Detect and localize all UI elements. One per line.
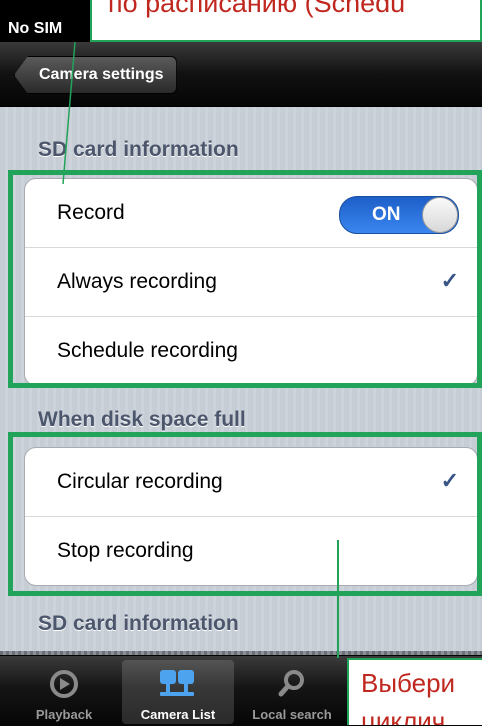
annotation-frame-recording — [8, 170, 482, 388]
section-header-sd-card-2: SD card information — [38, 612, 239, 635]
annotation-callout-bottom: Выбери циклич — [347, 658, 482, 725]
tab-local-search-label: Local search — [252, 707, 332, 722]
annotation-pointer-top — [62, 42, 76, 184]
playback-icon — [50, 670, 78, 698]
search-icon — [278, 670, 304, 697]
tab-local-search[interactable]: Local search — [236, 660, 348, 724]
back-button[interactable]: Camera settings — [14, 56, 177, 94]
camera-list-icon — [160, 670, 194, 696]
tab-playback-label: Playback — [35, 707, 93, 722]
carrier-label: No SIM — [8, 20, 63, 37]
annotation-bottom-line-1: Выбери — [361, 668, 456, 698]
annotation-top-text: по расписанию (Schedu — [108, 0, 406, 18]
annotation-callout-top: по расписанию (Schedu — [90, 0, 482, 42]
section-header-disk-full: When disk space full — [38, 408, 246, 431]
annotation-frame-disk-full — [8, 432, 482, 596]
tab-camera-list-label: Camera List — [140, 707, 216, 722]
annotation-bottom-line-2: циклич — [361, 706, 446, 725]
annotation-pointer-bottom — [337, 540, 339, 658]
tab-camera-list[interactable]: Camera List — [122, 660, 234, 724]
tab-playback[interactable]: Playback — [8, 660, 120, 724]
